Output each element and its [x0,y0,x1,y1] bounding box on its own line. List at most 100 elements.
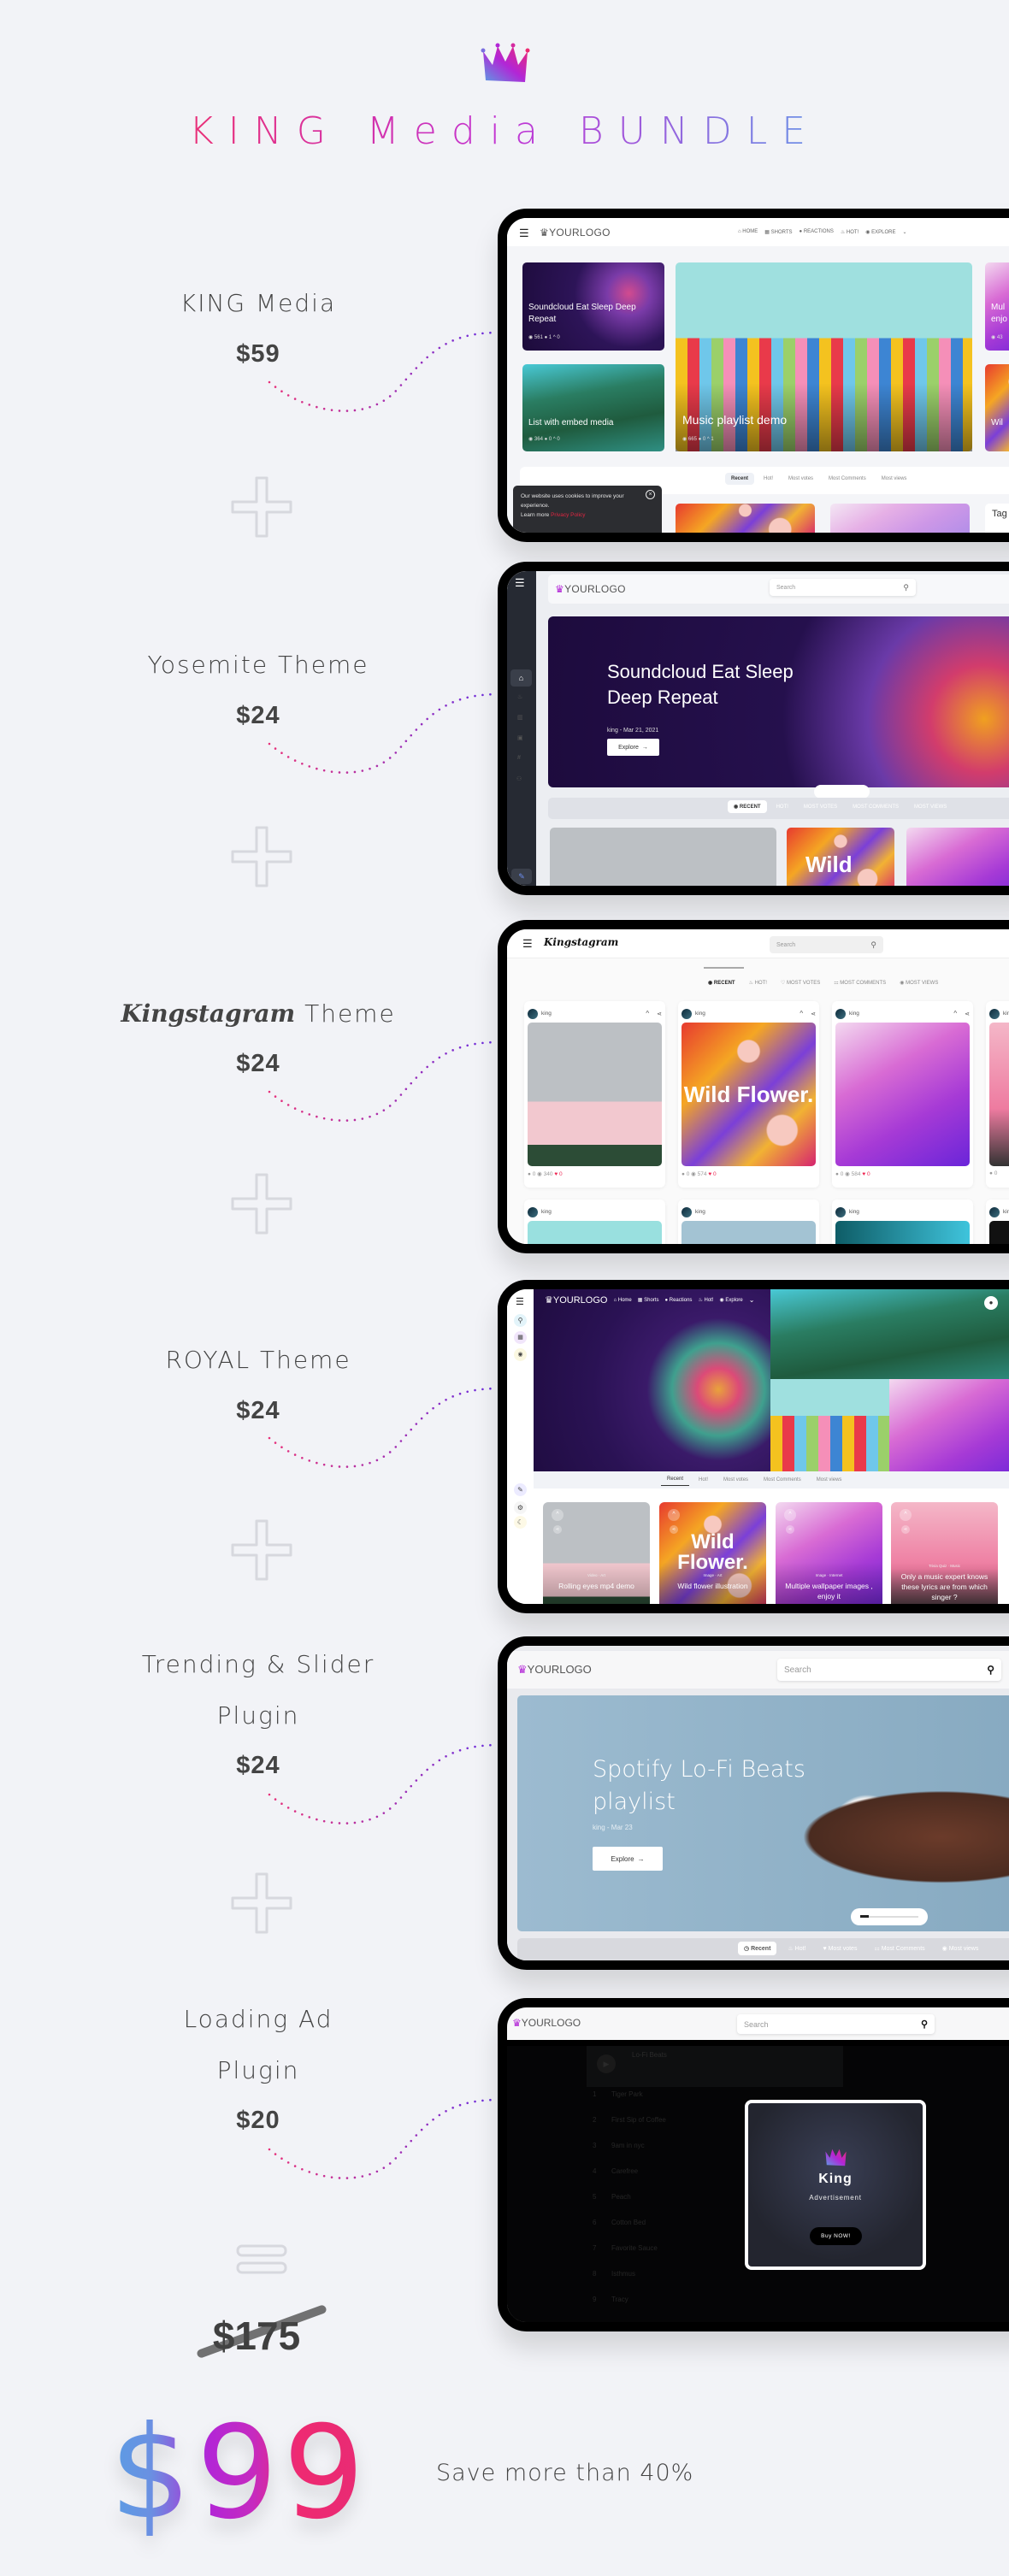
upvote-icon[interactable]: ^ [784,1509,796,1521]
post-card[interactable]: king [524,1200,665,1244]
avatar[interactable] [528,1008,538,1019]
post-title[interactable]: Only a music expert knows these lyrics a… [896,1571,993,1602]
post-image[interactable] [682,1221,816,1244]
logo[interactable]: ♛YOURLOGO [517,1663,592,1677]
nav-explore[interactable]: ◉ Explore [720,1297,743,1303]
tab-recent[interactable]: Recent [725,473,755,485]
search-input[interactable]: Search ⚲ [770,936,883,953]
tab-recent[interactable]: ◷ Recent [738,1942,777,1955]
track-item[interactable]: 6 Cotton Bed [593,2219,646,2226]
share-icon[interactable]: ⋖ [553,1525,562,1534]
logo[interactable]: ♛YOURLOGO [555,583,626,595]
share-icon[interactable]: ⋖ [657,1011,662,1017]
post-card[interactable]: king^⋖ ● 0 [986,1001,1009,1188]
track-item[interactable]: 8 Isthmus [593,2270,635,2278]
upvote-icon[interactable]: ^ [552,1509,564,1521]
tab-recent[interactable]: ◉ RECENT [702,976,741,989]
post-category[interactable]: Image · Internet [781,1573,877,1577]
logo[interactable]: ♛YOURLOGO [512,2017,581,2029]
tab-hot[interactable]: ♨ Hot! [782,1942,811,1955]
close-icon[interactable]: × [646,490,655,499]
advertisement-modal[interactable]: King Advertisement Buy NOW! [745,2100,926,2270]
tab-most-comments[interactable]: Most Comments [758,1474,807,1486]
upvote-icon[interactable]: ^ [800,1010,803,1017]
home-icon[interactable]: ⌂ [510,669,532,687]
post-title[interactable]: Rolling eyes mp4 demo [548,1581,645,1591]
image-icon[interactable]: ▣ [517,734,523,741]
post-card[interactable]: Soundcloud Eat Sleep Deep Repeat ◉ 561 ●… [522,262,664,351]
share-icon[interactable]: ⋖ [901,1525,910,1534]
post-card[interactable]: king ^ ⋖ ● 0 ◉ 584 ♥ 0 [832,1001,973,1188]
share-icon[interactable]: ⋖ [811,1011,816,1017]
track-item[interactable]: 4 Carefree [593,2167,638,2175]
search-icon[interactable]: ⚲ [514,1314,527,1327]
hash-icon[interactable]: # [517,755,521,761]
track-item[interactable]: 5 Peach [593,2193,631,2201]
share-icon[interactable]: ⋖ [786,1525,794,1534]
nav-reactions[interactable]: ● Reactions [664,1298,692,1303]
share-icon[interactable]: ⋖ [670,1525,678,1534]
tab-most-votes[interactable]: Most votes [717,1474,754,1486]
tab-most-views[interactable]: MOST VIEWS [908,801,953,813]
fire-icon[interactable]: ♨ [517,693,522,700]
avatar[interactable] [989,1206,1000,1217]
post-title[interactable]: Wild flower illustration [664,1581,761,1591]
privacy-policy-link[interactable]: Privacy Policy [551,512,585,518]
post-author[interactable]: king [849,1209,859,1215]
post-card[interactable]: king [986,1200,1009,1244]
post-card[interactable] [830,504,970,533]
search-icon[interactable]: ⚲ [903,583,909,592]
nav-shorts[interactable]: ▦ SHORTS [764,229,792,235]
post-category[interactable]: Trivia Quiz · Music [896,1564,993,1568]
tab-most-comments[interactable]: ⚏ Most Comments [868,1942,930,1955]
post-author[interactable]: king [695,1011,705,1017]
slider-indicator[interactable] [814,785,870,799]
nav-explore[interactable]: ◉ EXPLORE [865,229,895,235]
avatar[interactable] [835,1206,846,1217]
shorts-icon[interactable]: ▦ [514,1331,527,1344]
users-icon[interactable]: ⚇ [516,775,522,782]
upvote-icon[interactable]: ^ [668,1509,680,1521]
nav-reactions[interactable]: ● REACTIONS [800,229,834,235]
post-card[interactable]: Wil [985,364,1009,451]
user-avatar-icon[interactable]: ● [984,1296,998,1310]
search-input[interactable]: Search ⚲ [737,2014,935,2034]
menu-icon[interactable]: ☰ [519,227,529,240]
hero-tile[interactable] [770,1379,889,1471]
tab-recent[interactable]: ◉ RECENT [728,800,767,813]
play-icon[interactable]: ▶ [597,2054,616,2073]
search-icon[interactable]: ⚲ [870,940,876,950]
share-icon[interactable]: ⋖ [965,1011,970,1017]
nav-hot[interactable]: ♨ Hot! [698,1297,713,1303]
post-author[interactable]: king [849,1011,859,1017]
post-card[interactable] [906,828,1009,886]
hero-featured[interactable] [534,1289,770,1471]
post-card[interactable]: Wild [787,828,894,886]
nav-home[interactable]: ⌂ HOME [738,229,758,235]
tab-most-views[interactable]: ◉ Most views [936,1942,985,1955]
post-image[interactable] [528,1023,662,1166]
post-card[interactable]: ^ ⋖ Video · Art Rolling eyes mp4 demo [543,1502,650,1604]
tab-most-votes[interactable]: ♡ MOST VOTES [775,976,826,989]
explore-button[interactable]: Explore → [607,739,659,756]
tab-hot[interactable]: Hot! [758,473,779,485]
upvote-icon[interactable]: ^ [646,1010,649,1017]
search-input[interactable]: Search ⚲ [770,579,916,596]
post-image[interactable] [835,1221,970,1244]
post-author[interactable]: king [1003,1011,1009,1017]
post-author[interactable]: king [1003,1209,1009,1215]
post-card[interactable]: List with embed media ◉ 364 ● 0 ^ 0 [522,364,664,451]
post-card[interactable] [550,828,776,886]
search-icon[interactable]: ⚲ [921,2019,928,2030]
nav-home[interactable]: ⌂ Home [613,1298,631,1303]
tab-hot[interactable]: Hot! [693,1474,714,1486]
post-image[interactable] [835,1023,970,1166]
pencil-icon[interactable]: ✎ [514,1483,527,1496]
post-card[interactable]: ^ ⋖ Trivia Quiz · Music Only a music exp… [891,1502,998,1604]
post-card[interactable]: king ^ ⋖ Wild Flower. ● 0 ◉ 574 ♥ 0 [678,1001,819,1188]
post-image[interactable] [989,1221,1009,1244]
menu-icon[interactable]: ☰ [515,576,525,590]
post-image[interactable] [528,1221,662,1244]
chevron-down-icon[interactable]: ⌄ [749,1296,755,1304]
explore-icon[interactable]: ◉ [514,1348,527,1361]
